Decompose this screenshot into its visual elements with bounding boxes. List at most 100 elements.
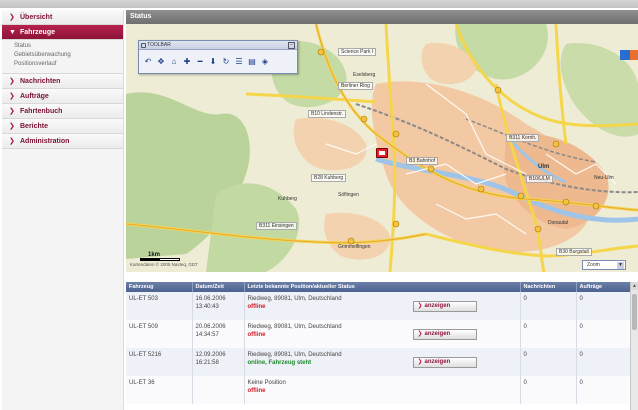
sidebar-item-orders[interactable]: ❯ Aufträge: [2, 89, 123, 104]
map-label: B30 Burgstall: [556, 248, 592, 256]
cell-datetime: 12.09.2006 16:21:58: [192, 348, 245, 376]
column-header-position[interactable]: Letzte bekannte Position/aktueller Statu…: [244, 282, 521, 292]
show-button-label: anzeigen: [424, 359, 451, 365]
sidebar-item-label: Fahrtenbuch: [20, 108, 63, 115]
chevron-right-icon: ❯: [9, 14, 15, 21]
marker-icon[interactable]: ⬇: [208, 56, 218, 67]
map-toolbar: TOOLBAR – ↶ ✥ ⌂ ✚ ━ ⬇ ↻ ☰ ▤ ◈: [138, 40, 298, 74]
sidebar-subitems: Status Gebietsüberwachung Positionsverla…: [2, 40, 123, 74]
position-text: Riedweg, 89081, Ulm, Deutschland: [247, 324, 342, 330]
show-button[interactable]: ❯ anzeigen: [412, 301, 477, 312]
status-badge: offline: [247, 332, 266, 338]
table-scrollbar[interactable]: ▲: [630, 282, 638, 410]
refresh-icon[interactable]: ↻: [221, 56, 231, 67]
cell-position: Riedweg, 89081, Ulm, Deutschland online,…: [244, 348, 521, 376]
column-header-messages[interactable]: Nachrichten: [520, 282, 577, 292]
vehicle-marker-icon[interactable]: [376, 148, 388, 158]
scroll-up-icon[interactable]: ▲: [631, 282, 638, 290]
cell-position: Riedweg, 89081, Ulm, Deutschland offline…: [244, 320, 521, 348]
map-label: B10 Lindenstr.: [308, 110, 346, 118]
map-label: Eselsberg: [353, 72, 376, 78]
sidebar: ❯ Übersicht ▼ Fahrzeuge Status Gebietsüber…: [2, 10, 124, 410]
chevron-right-icon: ❯: [9, 93, 15, 100]
map-scale: 1km: [140, 252, 180, 261]
sidebar-item-messages[interactable]: ❯ Nachrichten: [2, 74, 123, 89]
cell-time: 14:34:57: [195, 332, 219, 338]
scale-bar: [140, 258, 180, 261]
toolbar-titlebar[interactable]: TOOLBAR –: [139, 41, 297, 50]
map-copyright: Kartendaten © 2005 Navteq, GDT: [130, 262, 198, 267]
map-label: Ulm: [538, 164, 550, 170]
chevron-down-icon: ▼: [617, 262, 624, 269]
sidebar-item-administration[interactable]: ❯ Administration: [2, 134, 123, 149]
column-header-orders[interactable]: Aufträge: [576, 282, 631, 292]
table-row[interactable]: UL-ET 503 16.06.2006 13:40:43 Riedweg, 89…: [126, 292, 631, 320]
sidebar-item-label: Übersicht: [20, 14, 53, 21]
position-text: Keine Position: [247, 380, 286, 386]
pan-icon[interactable]: ✥: [156, 56, 166, 67]
sidebar-subitem-geofence[interactable]: Gebietsüberwachung: [2, 51, 123, 60]
map-label: B311 Kornh.: [506, 134, 540, 142]
cell-orders: 0: [576, 292, 631, 320]
status-badge: online, Fahrzeug steht: [247, 360, 312, 366]
toolbar-tools: ↶ ✥ ⌂ ✚ ━ ⬇ ↻ ☰ ▤ ◈: [139, 50, 297, 67]
list-icon[interactable]: ☰: [234, 56, 244, 67]
chevron-right-icon: ❯: [417, 303, 423, 309]
status-badge: offline: [247, 388, 266, 394]
map-label: B10/ULM: [526, 175, 553, 183]
zoom-out-icon[interactable]: ━: [195, 56, 205, 67]
chevron-down-icon: ▼: [9, 29, 16, 36]
scrollbar-thumb[interactable]: [632, 294, 637, 330]
cell-position: Keine Position offline: [244, 376, 521, 404]
sidebar-item-label: Aufträge: [20, 93, 49, 100]
zoom-in-icon[interactable]: ✚: [182, 56, 192, 67]
cell-messages: 0: [520, 320, 577, 348]
page-title: Status: [126, 10, 638, 24]
show-button[interactable]: ❯ anzeigen: [412, 357, 477, 368]
cell-vehicle: UL-ET 503: [126, 292, 193, 320]
main-panel: Status Science Park I Eselsberg Berliner…: [126, 10, 638, 410]
sidebar-item-label: Berichte: [20, 123, 49, 130]
map-view[interactable]: Science Park I Eselsberg Berliner Ring B…: [126, 24, 638, 272]
chevron-right-icon: ❯: [9, 108, 15, 115]
cell-messages: 0: [520, 348, 577, 376]
cell-vehicle: UL-ET 509: [126, 320, 193, 348]
show-button[interactable]: ❯ anzeigen: [412, 329, 477, 340]
cell-vehicle: UL-ET 5216: [126, 348, 193, 376]
cell-time: 16:21:58: [195, 360, 219, 366]
cell-messages: 0: [520, 376, 577, 404]
sidebar-item-label: Fahrzeuge: [20, 29, 56, 36]
vehicle-table: Fahrzeug Datum/Zeit Letzte bekannte Posi…: [126, 282, 638, 410]
table-row[interactable]: UL-ET 36 Keine Position offline 0 0: [126, 376, 631, 404]
sidebar-subitem-status[interactable]: Status: [2, 42, 123, 51]
close-icon[interactable]: –: [288, 42, 295, 49]
map-label: B3 Bahnhof: [406, 157, 439, 165]
cell-date: 12.09.2006: [195, 352, 226, 358]
map-label: Neu-Ulm: [594, 175, 614, 181]
chevron-right-icon: ❯: [9, 138, 15, 145]
home-icon[interactable]: ⌂: [169, 56, 179, 67]
chevron-right-icon: ❯: [417, 359, 423, 365]
zoom-select[interactable]: Zoom ▼: [582, 260, 626, 270]
table-row[interactable]: UL-ET 5216 12.09.2006 16:21:58 Riedweg, 8…: [126, 348, 631, 376]
map-label: Science Park I: [338, 48, 377, 56]
cell-datetime: 16.06.2006 13:40:43: [192, 292, 245, 320]
sidebar-subitem-position-history[interactable]: Positionsverlauf: [2, 60, 123, 69]
map-label: B28 Kuhberg: [311, 174, 347, 182]
print-icon[interactable]: ▤: [247, 56, 257, 67]
sidebar-item-reports[interactable]: ❯ Berichte: [2, 119, 123, 134]
sidebar-item-logbook[interactable]: ❯ Fahrtenbuch: [2, 104, 123, 119]
sidebar-item-vehicles[interactable]: ▼ Fahrzeuge: [2, 25, 123, 40]
cell-datetime: [192, 376, 245, 404]
position-text: Riedweg, 89081, Ulm, Deutschland: [247, 296, 342, 302]
status-badge: offline: [247, 304, 266, 310]
sidebar-item-overview[interactable]: ❯ Übersicht: [2, 10, 123, 25]
back-icon[interactable]: ↶: [143, 56, 153, 67]
column-header-vehicle[interactable]: Fahrzeug: [126, 282, 193, 292]
cell-orders: 0: [576, 376, 631, 404]
column-header-datetime[interactable]: Datum/Zeit: [192, 282, 245, 292]
cell-time: 13:40:43: [195, 304, 219, 310]
layers-icon[interactable]: ◈: [260, 56, 270, 67]
table-header-row: Fahrzeug Datum/Zeit Letzte bekannte Posi…: [126, 282, 631, 292]
table-row[interactable]: UL-ET 509 20.06.2006 14:34:57 Riedweg, 89…: [126, 320, 631, 348]
